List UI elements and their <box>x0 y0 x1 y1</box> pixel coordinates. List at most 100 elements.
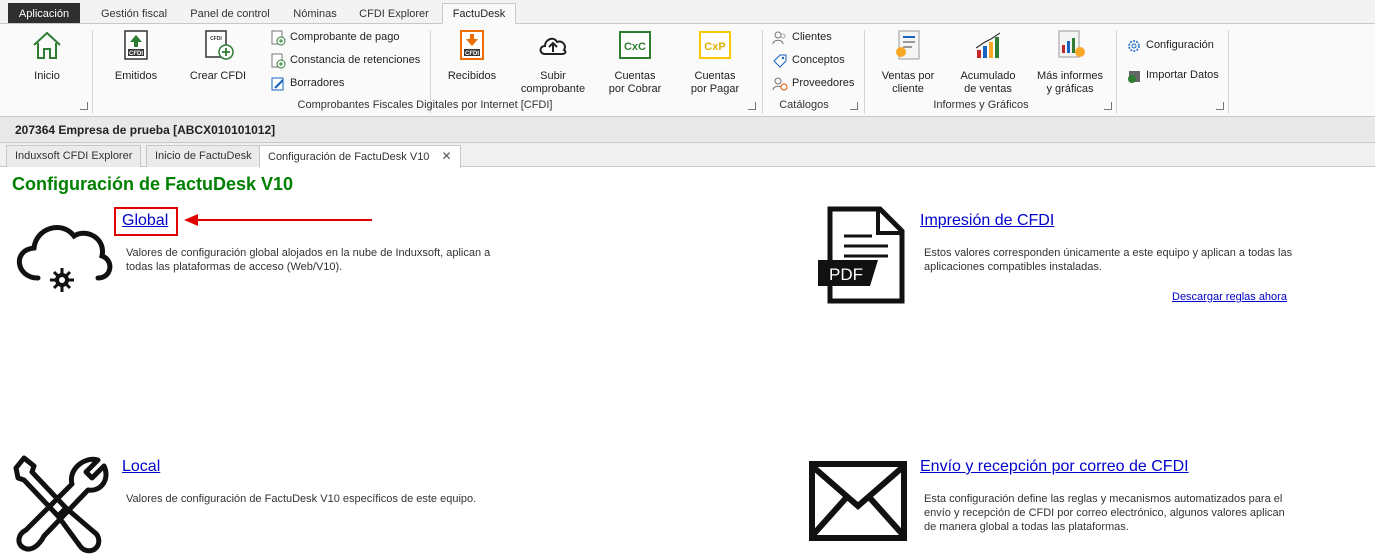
cfdi-icon-text: CFDI <box>129 51 143 57</box>
create-cfdi-icon: CFDI <box>205 30 234 60</box>
suppliers-icon <box>772 77 788 91</box>
group-launcher-icon[interactable] <box>1104 102 1112 110</box>
acumulado-ventas-label: Acumulado de ventas <box>954 70 1022 96</box>
tab-gestion-fiscal[interactable]: Gestión fiscal <box>92 3 176 24</box>
crear-cfdi-label: Crear CFDI <box>189 70 247 82</box>
clientes-label: Clientes <box>792 31 832 43</box>
global-description: Valores de configuración global alojados… <box>126 246 490 274</box>
ventas-label-2: cliente <box>892 83 924 95</box>
correo-description: Esta configuración define las reglas y m… <box>924 492 1285 534</box>
cfdi-icon-text: CFDI <box>465 51 479 57</box>
emitidos-button[interactable]: CFDI Emitidos <box>104 28 168 88</box>
inicio-button[interactable]: Inicio <box>14 28 80 88</box>
tab-cfdi-explorer[interactable]: CFDI Explorer <box>352 3 436 24</box>
close-icon[interactable]: ✕ <box>441 149 451 163</box>
borradores-label: Borradores <box>290 77 345 89</box>
constancia-retenciones-label: Constancia de retenciones <box>290 54 421 66</box>
tab-configuracion-factudesk[interactable]: Configuración de FactuDesk V10 ✕ <box>259 145 461 168</box>
proveedores-button[interactable]: Proveedores <box>772 74 854 94</box>
subir-label-1: Subir <box>540 70 566 82</box>
cloud-upload-icon <box>539 37 567 55</box>
document-tab-bar: Induxsoft CFDI Explorer Inicio de FactuD… <box>0 143 1375 168</box>
group-launcher-icon[interactable] <box>1216 102 1224 110</box>
importar-datos-label: Importar Datos <box>1146 69 1219 81</box>
mas-informes-button[interactable]: Más informes y gráficas <box>1034 28 1106 98</box>
tab-nominas[interactable]: Nóminas <box>284 3 346 24</box>
cuentas-cobrar-button[interactable]: CxC Cuentas por Cobrar <box>602 28 668 98</box>
emitidos-label: Emitidos <box>114 70 158 82</box>
users-icon <box>772 31 786 45</box>
acumulado-label-2: de ventas <box>964 83 1012 95</box>
group-launcher-icon[interactable] <box>80 102 88 110</box>
cxc-icon: CxC <box>619 31 651 59</box>
acumulado-ventas-button[interactable]: Acumulado de ventas <box>954 28 1022 98</box>
ventas-cliente-label: Ventas por cliente <box>874 70 942 96</box>
comprobante-pago-button[interactable]: Comprobante de pago <box>270 28 399 48</box>
highlight-box <box>114 207 178 236</box>
company-bar: 207364 Empresa de prueba [ABCX010101012] <box>0 117 1375 143</box>
cxc-label-1: Cuentas <box>614 70 656 82</box>
cxc-icon-text: CxC <box>624 41 646 53</box>
report-icon <box>896 30 920 60</box>
borradores-button[interactable]: Borradores <box>270 74 344 94</box>
descargar-reglas-link[interactable]: Descargar reglas ahora <box>1172 291 1287 303</box>
cxp-icon: CxP <box>699 31 731 59</box>
local-link[interactable]: Local <box>122 458 160 476</box>
configuracion-label: Configuración <box>1146 39 1214 51</box>
import-icon <box>1128 71 1140 83</box>
cxp-label-1: Cuentas <box>694 70 736 82</box>
group-launcher-icon[interactable] <box>748 102 756 110</box>
subir-comprobante-button[interactable]: Subir comprobante <box>516 28 590 98</box>
cuentas-pagar-button[interactable]: CxP Cuentas por Pagar <box>682 28 748 98</box>
subir-label-2: comprobante <box>520 83 586 95</box>
ribbon-separator <box>1116 30 1117 114</box>
global-desc-line-1: Valores de configuración global alojados… <box>126 247 491 259</box>
group-launcher-icon[interactable] <box>850 102 858 110</box>
group-label-cfdi: Comprobantes Fiscales Digitales por Inte… <box>297 99 553 111</box>
ribbon-separator <box>92 30 93 114</box>
ribbon: Inicio CFDI Emitidos CFDI Crear CFDI Com… <box>0 24 1375 117</box>
tab-inicio-factudesk[interactable]: Inicio de FactuDesk <box>146 145 261 167</box>
importar-datos-button[interactable]: Importar Datos <box>1126 66 1219 86</box>
arrow-left-icon <box>184 214 372 226</box>
mas-informes-label: Más informes y gráficas <box>1034 70 1106 96</box>
clientes-button[interactable]: Clientes <box>772 28 832 48</box>
gear-icon <box>1128 40 1140 52</box>
tab-aplicacion[interactable]: Aplicación <box>8 3 80 23</box>
impresion-desc-line-1: Estos valores corresponden únicamente a … <box>924 247 1293 259</box>
cxp-icon-text: CxP <box>704 41 725 53</box>
home-icon <box>33 31 61 59</box>
cloud-gear-icon <box>16 225 113 292</box>
pdf-icon-text: PDF <box>829 265 863 284</box>
constancia-retenciones-button[interactable]: Constancia de retenciones <box>270 51 420 71</box>
acumulado-label-1: Acumulado <box>960 70 1016 82</box>
tab-induxsoft-cfdi-explorer[interactable]: Induxsoft CFDI Explorer <box>6 145 142 167</box>
cfdi-recibidos-icon: CFDI <box>460 30 484 60</box>
envio-recepcion-correo-link[interactable]: Envío y recepción por correo de CFDI <box>920 458 1189 476</box>
tab-factudesk[interactable]: FactuDesk <box>442 3 516 24</box>
mas-informes-label-1: Más informes <box>1036 70 1104 82</box>
subir-comprobante-label: Subir comprobante <box>516 70 590 96</box>
correo-desc-line-3: de manera global a todas las plataformas… <box>924 521 1129 533</box>
impresion-description: Estos valores corresponden únicamente a … <box>924 246 1292 274</box>
tab-panel-control[interactable]: Panel de control <box>182 3 278 24</box>
tag-icon <box>773 54 787 68</box>
bar-chart-icon <box>975 32 1001 58</box>
recibidos-button[interactable]: CFDI Recibidos <box>440 28 504 88</box>
configuracion-button[interactable]: Configuración <box>1126 36 1214 56</box>
ribbon-separator <box>1228 30 1229 114</box>
conceptos-button[interactable]: Conceptos <box>772 51 845 71</box>
impresion-desc-line-2: aplicaciones compatibles instaladas. <box>924 261 1102 273</box>
group-label-catalogos: Catálogos <box>779 99 829 111</box>
correo-desc-line-2: envío y recepción de CFDI por correo ele… <box>924 507 1285 519</box>
document-add-icon <box>271 30 286 46</box>
ventas-cliente-button[interactable]: Ventas por cliente <box>874 28 942 98</box>
impresion-cfdi-link[interactable]: Impresión de CFDI <box>920 212 1054 230</box>
crear-cfdi-button[interactable]: CFDI Crear CFDI <box>184 28 252 88</box>
correo-desc-line-1: Esta configuración define las reglas y m… <box>924 493 1283 505</box>
document-add-icon <box>271 53 286 69</box>
cxp-label-2: por Pagar <box>690 83 740 95</box>
pdf-document-icon: PDF <box>818 206 905 304</box>
inicio-label: Inicio <box>34 70 60 82</box>
envelope-icon <box>809 461 907 541</box>
